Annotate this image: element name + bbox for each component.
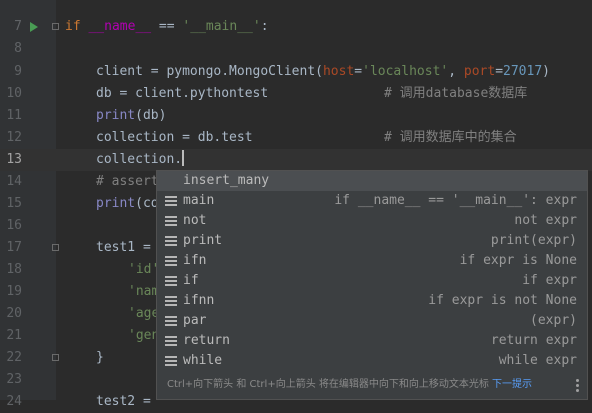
- line-number: 24: [6, 394, 22, 409]
- code-line[interactable]: 9 client = pymongo.MongoClient(host='loc…: [0, 61, 592, 83]
- completion-popup[interactable]: insert_many main if __name__ == '__main_…: [156, 170, 588, 400]
- line-number: 15: [6, 196, 22, 211]
- live-template-icon: [165, 236, 177, 246]
- live-template-icon: [165, 296, 177, 306]
- code-line[interactable]: 8: [0, 38, 592, 60]
- footer-hint-text: Ctrl+向下箭头 和 Ctrl+向上箭头 将在编辑器中向下和向上移动文本光标: [167, 379, 489, 390]
- completion-item-insert-many[interactable]: insert_many: [157, 171, 587, 191]
- completion-item-if[interactable]: if if expr: [157, 271, 587, 291]
- completion-item-not[interactable]: not not expr: [157, 211, 587, 231]
- line-number: 22: [6, 350, 22, 365]
- line-number: 12: [6, 130, 22, 145]
- line-number: 19: [6, 284, 22, 299]
- line-number: 18: [6, 262, 22, 277]
- code-line[interactable]: 10 db = client.pythontest # 调用database数据…: [0, 83, 592, 105]
- completion-item-print[interactable]: print print(expr): [157, 231, 587, 251]
- line-number: 10: [6, 86, 22, 101]
- fold-icon[interactable]: [52, 244, 59, 251]
- keyword: if: [65, 19, 81, 34]
- text-cursor: [182, 150, 185, 166]
- line-number: 17: [6, 240, 22, 255]
- line-number: 11: [6, 108, 22, 123]
- line-number: 20: [6, 306, 22, 321]
- code-line[interactable]: 12 collection = db.test # 调用数据库中的集合: [0, 127, 592, 149]
- dunder-name: __name__: [88, 19, 152, 34]
- line-number: 13: [6, 152, 22, 167]
- fold-icon[interactable]: [52, 23, 59, 30]
- run-icon[interactable]: [30, 22, 38, 32]
- line-number: 7: [14, 19, 22, 34]
- completion-item-main[interactable]: main if __name__ == '__main__': expr: [157, 191, 587, 211]
- line-number: 8: [14, 41, 22, 56]
- string-literal: '__main__': [182, 19, 261, 34]
- completion-item-return[interactable]: return return expr: [157, 331, 587, 351]
- completion-item-ifn[interactable]: ifn if expr is None: [157, 251, 587, 271]
- live-template-icon: [165, 316, 177, 326]
- completion-item-par[interactable]: par (expr): [157, 311, 587, 331]
- line-number: 9: [14, 64, 22, 79]
- fold-icon[interactable]: [52, 354, 59, 361]
- line-number: 14: [6, 174, 22, 189]
- next-tip-link[interactable]: 下一提示: [492, 371, 532, 399]
- live-template-icon: [165, 256, 177, 266]
- more-options-icon[interactable]: [576, 379, 579, 392]
- line-number: 16: [6, 218, 22, 233]
- code-line[interactable]: 7 if __name__ == '__main__':: [0, 16, 592, 38]
- live-template-icon: [165, 196, 177, 206]
- current-code-line[interactable]: 13 collection.: [0, 149, 592, 171]
- live-template-icon: [165, 276, 177, 286]
- completion-footer: Ctrl+向下箭头 和 Ctrl+向上箭头 将在编辑器中向下和向上移动文本光标 …: [157, 371, 587, 399]
- live-template-icon: [165, 356, 177, 366]
- code-comment: # 调用database数据库: [384, 86, 528, 101]
- line-number: 21: [6, 328, 22, 343]
- code-editor[interactable]: 7 if __name__ == '__main__': 8 9 client …: [0, 0, 592, 409]
- code-comment: # assert: [96, 174, 159, 189]
- code-line[interactable]: 11 print(db): [0, 105, 592, 127]
- line-number: 23: [6, 372, 22, 387]
- live-template-icon: [165, 336, 177, 346]
- completion-item-while[interactable]: while while expr: [157, 351, 587, 371]
- completion-item-ifnn[interactable]: ifnn if expr is not None: [157, 291, 587, 311]
- code-comment: # 调用数据库中的集合: [384, 130, 517, 145]
- live-template-icon: [165, 216, 177, 226]
